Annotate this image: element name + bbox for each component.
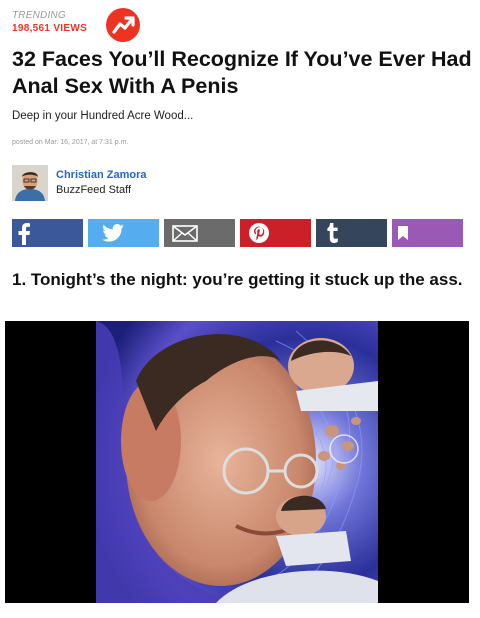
facebook-icon (17, 223, 31, 245)
share-email-button[interactable] (164, 219, 235, 247)
bookmark-icon (398, 226, 408, 240)
tumblr-icon (326, 223, 340, 243)
share-tumblr-button[interactable] (316, 219, 387, 247)
trending-arrow-icon (106, 8, 140, 42)
list-item-image (5, 321, 469, 603)
article-subtitle: Deep in your Hundred Acre Wood... (12, 110, 194, 122)
twitter-icon (102, 224, 124, 242)
view-count: 198,561 VIEWS (12, 23, 88, 34)
avatar[interactable] (12, 165, 48, 201)
list-item-title: 1. Tonight’s the night: you’re getting i… (12, 270, 463, 289)
share-facebook-button[interactable] (12, 219, 83, 247)
swirl-face-image (96, 321, 378, 603)
trending-label: TRENDING (12, 10, 66, 21)
share-pinterest-button[interactable] (240, 219, 311, 247)
author-role: BuzzFeed Staff (56, 184, 132, 196)
page-title: 32 Faces You’ll Recognize If You’ve Ever… (12, 47, 472, 98)
share-bar (12, 219, 463, 247)
posted-timestamp: posted on Mar. 16, 2017, at 7:31 p.m. (12, 139, 129, 146)
author-name-link[interactable]: Christian Zamora (56, 169, 146, 181)
bookmark-button[interactable] (392, 219, 463, 247)
pinterest-icon (248, 222, 270, 244)
trending-block: TRENDING 198,561 VIEWS (12, 10, 87, 34)
mail-icon (172, 225, 198, 242)
share-twitter-button[interactable] (88, 219, 159, 247)
